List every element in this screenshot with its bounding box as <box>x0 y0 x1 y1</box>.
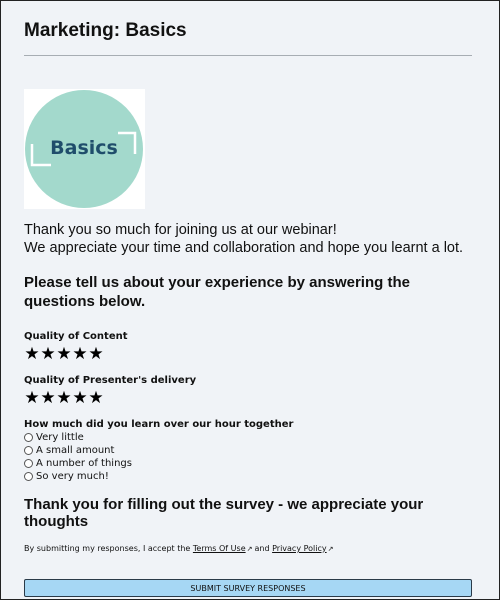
closing-message: Thank you for filling out the survey - w… <box>24 496 424 530</box>
legal-conjunction: and <box>254 544 270 553</box>
content-rating-stars: ★ ★ ★ ★ ★ <box>24 345 104 363</box>
presenter-star-5[interactable]: ★ <box>88 389 104 407</box>
learning-options: Very little A small amount A number of t… <box>24 431 132 483</box>
content-star-2[interactable]: ★ <box>40 345 56 363</box>
submit-survey-button[interactable]: SUBMIT SURVEY RESPONSES <box>24 579 472 597</box>
intro-line-1: Thank you so much for joining us at our … <box>24 222 337 238</box>
presenter-rating-stars: ★ ★ ★ ★ ★ <box>24 389 104 407</box>
intro-text: Thank you so much for joining us at our … <box>24 221 494 257</box>
option-label: Very little <box>36 432 84 443</box>
question-learning-label: How much did you learn over our hour tog… <box>24 419 294 430</box>
logo-text: Basics <box>50 137 118 159</box>
option-label: A small amount <box>36 445 115 456</box>
radio-button[interactable] <box>24 433 33 442</box>
content-star-4[interactable]: ★ <box>72 345 88 363</box>
basics-logo: Basics <box>24 89 145 209</box>
terms-of-use-link[interactable]: Terms Of Use <box>193 544 246 553</box>
radio-button[interactable] <box>24 446 33 455</box>
presenter-star-4[interactable]: ★ <box>72 389 88 407</box>
option-label: So very much! <box>36 471 109 482</box>
presenter-star-3[interactable]: ★ <box>56 389 72 407</box>
option-label: A number of things <box>36 458 132 469</box>
radio-button[interactable] <box>24 459 33 468</box>
learning-option-so-very-much[interactable]: So very much! <box>24 470 132 483</box>
title-divider <box>24 55 472 56</box>
learning-option-small-amount[interactable]: A small amount <box>24 444 132 457</box>
basics-logo-icon: Basics <box>25 90 143 208</box>
external-link-icon: ↗ <box>246 545 253 553</box>
external-link-icon: ↗ <box>327 545 334 553</box>
survey-prompt: Please tell us about your experience by … <box>24 274 410 310</box>
radio-button[interactable] <box>24 472 33 481</box>
question-content-label: Quality of Content <box>24 331 128 342</box>
content-star-1[interactable]: ★ <box>24 345 40 363</box>
presenter-star-1[interactable]: ★ <box>24 389 40 407</box>
survey-page: Marketing: Basics Basics Thank you so mu… <box>0 0 500 600</box>
content-star-3[interactable]: ★ <box>56 345 72 363</box>
privacy-policy-link[interactable]: Privacy Policy <box>272 544 327 553</box>
learning-option-very-little[interactable]: Very little <box>24 431 132 444</box>
content-star-5[interactable]: ★ <box>88 345 104 363</box>
legal-notice: By submitting my responses, I accept the… <box>24 544 336 553</box>
legal-prefix: By submitting my responses, I accept the <box>24 544 191 553</box>
learning-option-number-of-things[interactable]: A number of things <box>24 457 132 470</box>
page-title: Marketing: Basics <box>24 20 187 41</box>
presenter-star-2[interactable]: ★ <box>40 389 56 407</box>
intro-line-2: We appreciate your time and collaboratio… <box>24 240 464 256</box>
question-presenter-label: Quality of Presenter's delivery <box>24 375 197 386</box>
